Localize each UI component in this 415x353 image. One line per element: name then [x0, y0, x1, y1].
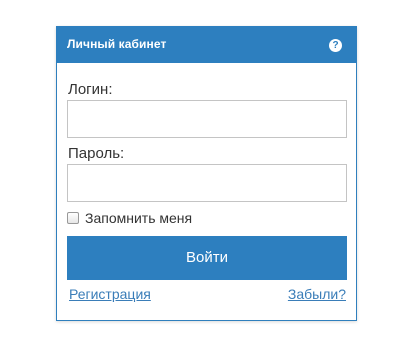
password-input[interactable]	[67, 164, 347, 202]
login-button[interactable]: Войти	[67, 236, 347, 280]
help-icon[interactable]: ?	[329, 39, 342, 52]
remember-me-row[interactable]: Запомнить меня	[67, 209, 192, 227]
panel-header: Личный кабинет ?	[56, 26, 357, 63]
remember-me-checkbox[interactable]	[67, 212, 79, 224]
remember-me-label[interactable]: Запомнить меня	[85, 210, 192, 226]
register-link[interactable]: Регистрация	[69, 286, 151, 302]
panel-title: Личный кабинет	[67, 37, 167, 51]
login-input[interactable]	[67, 100, 347, 138]
login-panel: Личный кабинет ? Логин: Пароль: Запомнит…	[56, 26, 357, 321]
password-label: Пароль:	[68, 145, 125, 162]
forgot-password-link[interactable]: Забыли?	[288, 286, 346, 302]
login-label: Логин:	[68, 81, 113, 98]
